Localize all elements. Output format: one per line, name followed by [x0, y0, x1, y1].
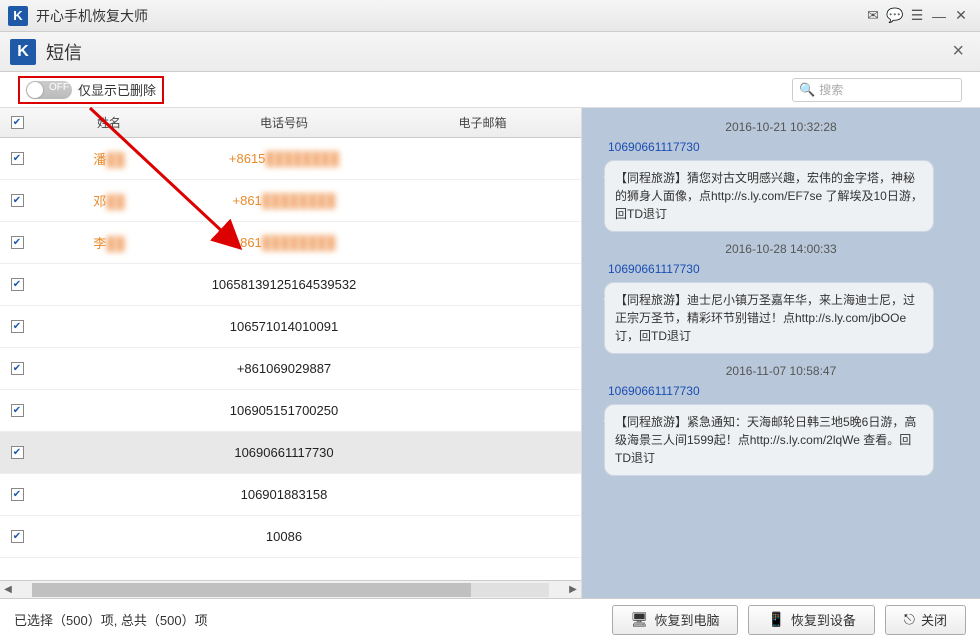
exit-icon: ⎋ [904, 611, 915, 628]
table-row[interactable]: ✔ 106901883158 [0, 474, 581, 516]
row-checkbox[interactable]: ✔ [0, 320, 34, 333]
horizontal-scrollbar[interactable]: ◀ ▶ [0, 580, 581, 598]
filter-highlight-box: OFF 仅显示已删除 [18, 76, 164, 104]
search-placeholder: 搜索 [819, 81, 843, 98]
row-phone: 10658139125164539532 [184, 277, 384, 292]
app-title: 开心手机恢复大师 [36, 6, 862, 26]
recover-to-device-button[interactable]: 📱恢复到设备 [748, 605, 874, 635]
wechat-icon[interactable]: ✉ [862, 5, 884, 27]
close-window-button[interactable]: ✕ [950, 5, 972, 27]
module-title: 短信 [46, 39, 946, 65]
subheader: K 短信 × [0, 32, 980, 72]
panel-close-button[interactable]: × [946, 40, 970, 63]
table-row[interactable]: ✔ +861069029887 [0, 348, 581, 390]
footer: 已选择（500）项, 总共（500）项 🖥恢复到电脑 📱恢复到设备 ⎋关闭 [0, 598, 980, 640]
row-checkbox[interactable]: ✔ [0, 194, 34, 207]
menu-icon[interactable]: ☰ [906, 5, 928, 27]
table-row[interactable]: ✔李██+861████████ [0, 222, 581, 264]
header-name[interactable]: 姓名 [34, 114, 184, 131]
scroll-right-arrow[interactable]: ▶ [565, 584, 581, 595]
row-phone: 106905151700250 [184, 403, 384, 418]
row-phone: 10086 [184, 529, 384, 544]
titlebar: K 开心手机恢复大师 ✉ 💬 ☰ — ✕ [0, 0, 980, 32]
toggle-off-label: OFF [49, 82, 69, 93]
selection-status: 已选择（500）项, 总共（500）项 [14, 610, 208, 629]
row-name: 邓██ [34, 191, 184, 210]
row-phone: +861069029887 [184, 361, 384, 376]
only-deleted-label: 仅显示已删除 [78, 80, 156, 99]
table-row[interactable]: ✔ 10086 [0, 516, 581, 558]
message-bubble: 【同程旅游】猜您对古文明感兴趣，宏伟的金字塔，神秘的狮身人面像，点http://… [604, 160, 934, 232]
row-phone: +861████████ [184, 235, 384, 250]
pc-icon: 🖥 [631, 611, 649, 628]
toggle-knob [27, 82, 43, 98]
table-row[interactable]: ✔邓██+861████████ [0, 180, 581, 222]
minimize-button[interactable]: — [928, 5, 950, 27]
chat-icon[interactable]: 💬 [884, 5, 906, 27]
row-checkbox[interactable]: ✔ [0, 236, 34, 249]
row-phone: +8615████████ [184, 151, 384, 166]
table-body: ✔潘██+8615████████✔邓██+861████████✔李██+86… [0, 138, 581, 580]
row-checkbox[interactable]: ✔ [0, 488, 34, 501]
scroll-track[interactable] [32, 583, 549, 597]
header-checkbox[interactable]: ✔ [0, 116, 34, 129]
message-sender: 10690661117730 [608, 262, 968, 276]
message-date: 2016-10-21 10:32:28 [594, 120, 968, 134]
row-phone: 10690661117730 [184, 445, 384, 460]
row-checkbox[interactable]: ✔ [0, 530, 34, 543]
contact-list-panel: ✔ 姓名 电话号码 电子邮箱 ✔潘██+8615████████✔邓██+861… [0, 108, 582, 598]
close-button[interactable]: ⎋关闭 [885, 605, 966, 635]
message-sender: 10690661117730 [608, 384, 968, 398]
row-checkbox[interactable]: ✔ [0, 404, 34, 417]
message-bubble: 【同程旅游】紧急通知：天海邮轮日韩三地5晚6日游，高级海景三人间1599起！点h… [604, 404, 934, 476]
content: ✔ 姓名 电话号码 电子邮箱 ✔潘██+8615████████✔邓██+861… [0, 108, 980, 598]
table-row[interactable]: ✔ 106571014010091 [0, 306, 581, 348]
row-checkbox[interactable]: ✔ [0, 446, 34, 459]
header-phone[interactable]: 电话号码 [184, 114, 384, 131]
message-date: 2016-10-28 14:00:33 [594, 242, 968, 256]
row-name: 李██ [34, 233, 184, 252]
table-row[interactable]: ✔ 10690661117730 [0, 432, 581, 474]
header-email[interactable]: 电子邮箱 [384, 114, 581, 131]
row-checkbox[interactable]: ✔ [0, 362, 34, 375]
toolbar: OFF 仅显示已删除 🔍 搜索 [0, 72, 980, 108]
device-icon: 📱 [767, 611, 784, 628]
module-icon: K [10, 39, 36, 65]
search-input[interactable]: 🔍 搜索 [792, 78, 962, 102]
message-sender: 10690661117730 [608, 140, 968, 154]
only-deleted-toggle[interactable]: OFF [26, 81, 72, 99]
message-date: 2016-11-07 10:58:47 [594, 364, 968, 378]
row-name: 潘██ [34, 149, 184, 168]
row-phone: +861████████ [184, 193, 384, 208]
table-header: ✔ 姓名 电话号码 电子邮箱 [0, 108, 581, 138]
scroll-thumb[interactable] [32, 583, 471, 597]
table-row[interactable]: ✔潘██+8615████████ [0, 138, 581, 180]
search-icon: 🔍 [799, 82, 815, 98]
recover-to-pc-button[interactable]: 🖥恢复到电脑 [612, 605, 739, 635]
scroll-left-arrow[interactable]: ◀ [0, 584, 16, 595]
row-phone: 106901883158 [184, 487, 384, 502]
message-panel: 2016-10-21 10:32:28 10690661117730 【同程旅游】猜… [582, 108, 980, 598]
row-phone: 106571014010091 [184, 319, 384, 334]
table-row[interactable]: ✔ 10658139125164539532 [0, 264, 581, 306]
row-checkbox[interactable]: ✔ [0, 278, 34, 291]
message-bubble: 【同程旅游】迪士尼小镇万圣嘉年华，来上海迪士尼，过正宗万圣节，精彩环节别错过！点… [604, 282, 934, 354]
row-checkbox[interactable]: ✔ [0, 152, 34, 165]
app-icon: K [8, 6, 28, 26]
table-row[interactable]: ✔ 106905151700250 [0, 390, 581, 432]
